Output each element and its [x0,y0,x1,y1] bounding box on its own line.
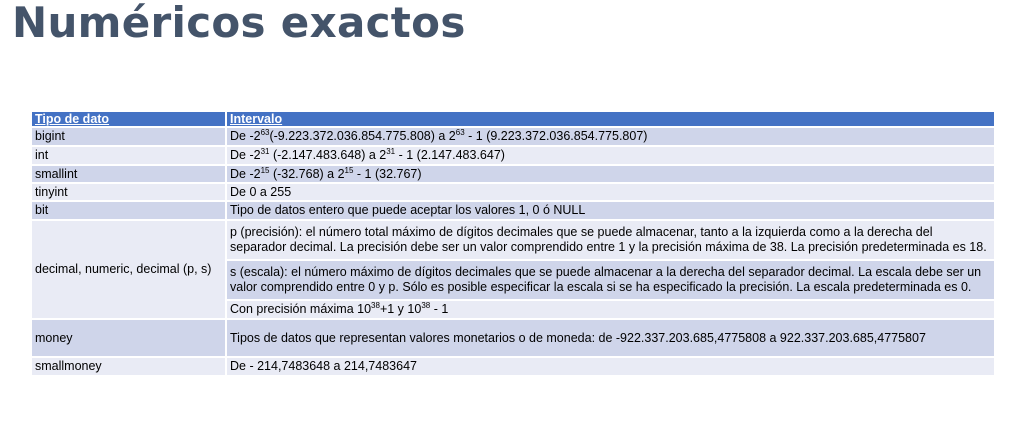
type-cell: money [32,319,227,358]
type-cell: smallmoney [32,357,227,377]
range-cell: De -231 (-2.147.483.648) a 231 - 1 (2.14… [226,146,994,166]
type-cell: tinyint [32,183,227,202]
range-cell-precision: p (precisión): el número total máximo de… [226,220,994,261]
range-cell-max: Con precisión máxima 1038+1 y 1038 - 1 [226,300,994,320]
type-cell: decimal, numeric, decimal (p, s) [32,220,227,320]
type-cell: bit [32,201,227,221]
range-cell: De -215 (-32.768) a 215 - 1 (32.767) [226,165,994,184]
table-row-decimal-precision: decimal, numeric, decimal (p, s) p (prec… [32,220,994,320]
range-cell: De - 214,7483648 a 214,7483647 [226,357,994,377]
table-row-smallmoney: smallmoney De - 214,7483648 a 214,748364… [32,357,994,377]
range-cell: De 0 a 255 [226,183,994,202]
column-header-type: Tipo de dato [32,112,227,128]
type-cell: smallint [32,165,227,184]
range-cell-scale: s (escala): el número máximo de dígitos … [226,260,994,301]
range-cell: Tipo de datos entero que puede aceptar l… [226,201,994,221]
page-title: Numéricos exactos [12,0,466,47]
table-row-bigint: bigint De -263(-9.223.372.036.854.775.80… [32,127,994,147]
range-cell: De -263(-9.223.372.036.854.775.808) a 26… [226,127,994,147]
column-header-range: Intervalo [226,112,994,128]
table-row-tinyint: tinyint De 0 a 255 [32,183,994,202]
table-row-money: money Tipos de datos que representan val… [32,319,994,358]
table-row-smallint: smallint De -215 (-32.768) a 215 - 1 (32… [32,165,994,184]
type-cell: int [32,146,227,166]
table-row-bit: bit Tipo de datos entero que puede acept… [32,201,994,221]
data-types-table: Tipo de dato Intervalo bigint De -263(-9… [32,112,994,377]
table-row-int: int De -231 (-2.147.483.648) a 231 - 1 (… [32,146,994,166]
table-header-row: Tipo de dato Intervalo [32,112,994,128]
type-cell: bigint [32,127,227,147]
range-cell: Tipos de datos que representan valores m… [226,319,994,358]
